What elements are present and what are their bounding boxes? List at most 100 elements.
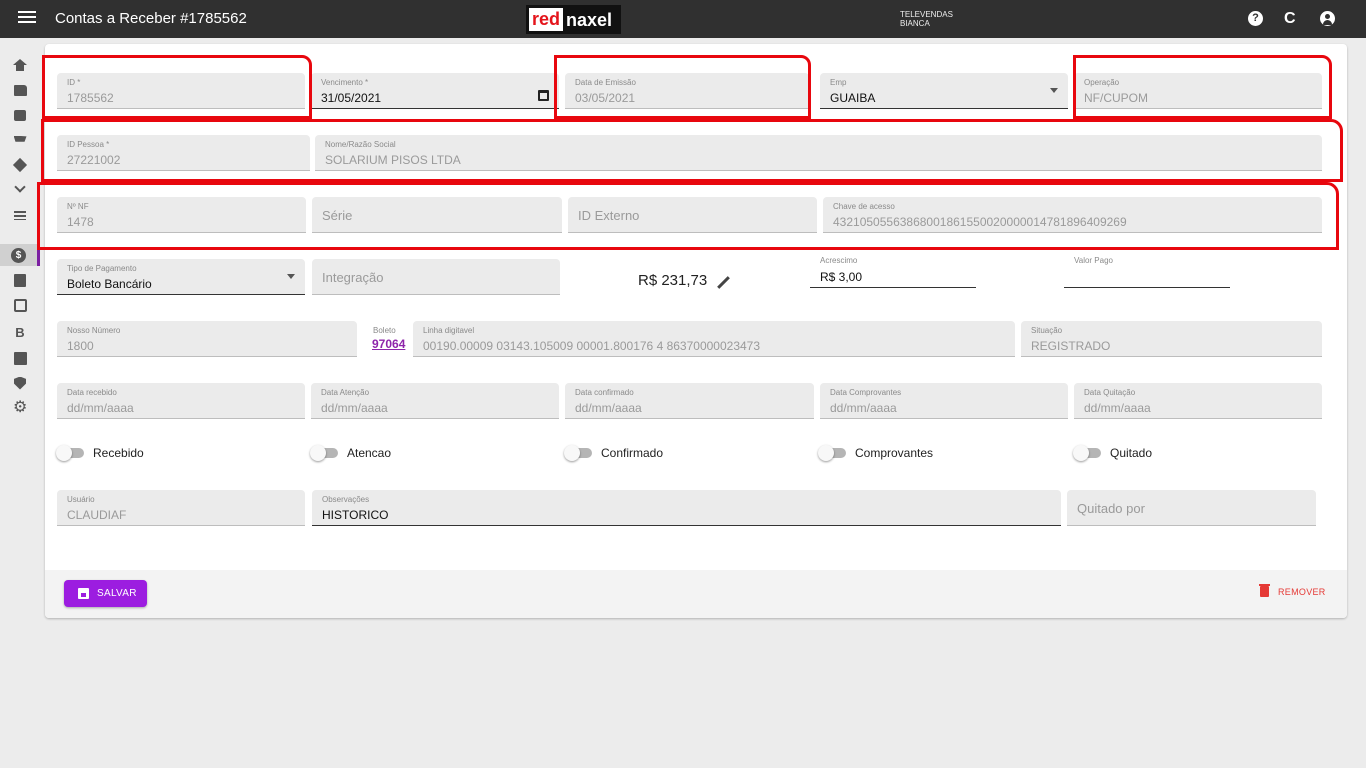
sidebar-item-cart[interactable] <box>8 129 32 151</box>
list-icon <box>14 210 26 220</box>
data-comprovantes-field[interactable]: Data Comprovantes dd/mm/aaaa <box>820 383 1068 419</box>
observacoes-field[interactable]: Observações HISTORICO <box>312 490 1061 526</box>
operacao-field[interactable]: Operação NF/CUPOM <box>1074 73 1322 109</box>
confirmado-toggle[interactable]: Confirmado <box>564 445 664 461</box>
dollar-icon: $ <box>11 247 26 263</box>
situacao-field[interactable]: Situação REGISTRADO <box>1021 321 1322 357</box>
nome-label: Nome/Razão Social <box>325 140 396 149</box>
remove-button[interactable]: REMOVER <box>1259 584 1326 597</box>
chave-label: Chave de acesso <box>833 202 895 211</box>
save-button[interactable]: SALVAR <box>64 580 147 607</box>
usuario-field[interactable]: Usuário CLAUDIAF <box>57 490 305 526</box>
id-field[interactable]: ID * 1785562 <box>57 73 305 109</box>
data-confirmado-label: Data confirmado <box>575 388 634 397</box>
data-emissao-field[interactable]: Data de Emissão 03/05/2021 <box>565 73 809 109</box>
linha-digitavel-field[interactable]: Linha digitavel 00190.00009 03143.105009… <box>413 321 1015 357</box>
situacao-value: REGISTRADO <box>1031 339 1111 353</box>
valor-pago-label: Valor Pago <box>1074 256 1113 265</box>
nome-razao-social-field[interactable]: Nome/Razão Social SOLARIUM PISOS LTDA <box>315 135 1322 171</box>
confirmado-label: Confirmado <box>601 446 664 460</box>
logo-naxel-text: naxel <box>566 9 613 30</box>
shield-icon <box>14 376 26 390</box>
id-pessoa-field[interactable]: ID Pessoa * 27221002 <box>57 135 310 171</box>
serie-placeholder: Série <box>322 208 353 223</box>
usuario-label: Usuário <box>67 495 95 504</box>
nf-value: 1478 <box>67 215 94 229</box>
sidebar-item-list[interactable] <box>8 204 32 226</box>
data-recebido-field[interactable]: Data recebido dd/mm/aaaa <box>57 383 305 419</box>
sidebar-item-security[interactable] <box>8 372 32 394</box>
linha-digitavel-label: Linha digitavel <box>423 326 475 335</box>
nosso-numero-value: 1800 <box>67 339 94 353</box>
data-comprovantes-value: dd/mm/aaaa <box>830 401 897 415</box>
emp-select[interactable]: Emp GUAIBA <box>820 73 1068 109</box>
id-value: 1785562 <box>67 91 114 105</box>
nf-field[interactable]: Nº NF 1478 <box>57 197 306 233</box>
id-externo-field[interactable]: ID Externo <box>568 197 817 233</box>
sidebar-item-expand[interactable] <box>8 179 32 201</box>
sidebar-item-contact[interactable] <box>8 269 32 291</box>
sidebar-item-briefcase[interactable] <box>8 104 32 126</box>
vencimento-label: Vencimento * <box>321 78 369 87</box>
data-confirmado-field[interactable]: Data confirmado dd/mm/aaaa <box>565 383 814 419</box>
operacao-value: NF/CUPOM <box>1084 91 1148 105</box>
refresh-icon[interactable]: C <box>1284 11 1300 27</box>
toggle-track <box>564 445 592 461</box>
id-label: ID * <box>67 78 81 87</box>
id-pessoa-value: 27221002 <box>67 153 121 167</box>
card-footer <box>45 570 1347 618</box>
dropdown-arrow-icon[interactable] <box>287 274 295 279</box>
valor-pago-field[interactable]: Valor Pago <box>1064 251 1230 288</box>
vencimento-value: 31/05/2021 <box>321 91 382 105</box>
nosso-numero-label: Nosso Número <box>67 326 121 335</box>
boleto-label: Boleto <box>373 326 396 335</box>
sidebar-item-contas-receber[interactable]: $ <box>0 244 40 266</box>
menu-icon[interactable] <box>18 11 36 27</box>
vencimento-field[interactable]: Vencimento * 31/05/2021 <box>311 73 559 109</box>
account-icon[interactable] <box>1320 11 1335 26</box>
quitado-por-placeholder: Quitado por <box>1077 501 1145 516</box>
sidebar-item-image[interactable] <box>8 347 32 369</box>
logo-red-text: red <box>529 8 564 31</box>
sidebar-item-home[interactable] <box>8 54 32 76</box>
quitado-por-field[interactable]: Quitado por <box>1067 490 1316 526</box>
data-emissao-value: 03/05/2021 <box>575 91 636 105</box>
data-atencao-value: dd/mm/aaaa <box>321 401 388 415</box>
sidebar-item-folder[interactable] <box>8 79 32 101</box>
recebido-toggle[interactable]: Recebido <box>56 445 144 461</box>
edit-icon[interactable] <box>717 276 731 290</box>
calendar-icon[interactable] <box>538 90 549 101</box>
tipo-pagamento-value: Boleto Bancário <box>67 277 152 291</box>
atencao-label: Atencao <box>347 446 392 460</box>
acrescimo-field[interactable]: Acrescimo R$ 3,00 <box>810 251 976 288</box>
quitado-toggle[interactable]: Quitado <box>1073 445 1152 461</box>
help-icon[interactable]: ? <box>1248 11 1263 26</box>
dropdown-arrow-icon[interactable] <box>1050 88 1058 93</box>
acrescimo-label: Acrescimo <box>820 256 858 265</box>
data-atencao-field[interactable]: Data Atenção dd/mm/aaaa <box>311 383 559 419</box>
sidebar-item-diamond[interactable] <box>8 154 32 176</box>
sidebar-item-b[interactable]: B <box>8 321 32 343</box>
toggle-knob <box>1073 445 1089 461</box>
chave-acesso-field[interactable]: Chave de acesso 432105055638680018615500… <box>823 197 1322 233</box>
data-quitacao-field[interactable]: Data Quitação dd/mm/aaaa <box>1074 383 1322 419</box>
operacao-label: Operação <box>1084 78 1120 87</box>
atencao-toggle[interactable]: Atencao <box>310 445 392 461</box>
comprovantes-toggle[interactable]: Comprovantes <box>818 445 933 461</box>
sidebar-item-frame[interactable] <box>8 294 32 316</box>
sidebar-item-settings[interactable]: ⚙ <box>8 397 32 419</box>
integracao-field[interactable]: Integração <box>312 259 560 295</box>
tipo-pagamento-select[interactable]: Tipo de Pagamento Boleto Bancário <box>57 259 305 295</box>
image-icon <box>13 351 27 365</box>
user-info: TELEVENDAS BIANCA <box>900 10 953 28</box>
serie-field[interactable]: Série <box>312 197 562 233</box>
page-title: Contas a Receber #1785562 <box>55 10 247 27</box>
acrescimo-value: R$ 3,00 <box>820 270 863 284</box>
situacao-label: Situação <box>1031 326 1063 335</box>
boleto-link[interactable]: 97064 <box>372 337 405 351</box>
nosso-numero-field[interactable]: Nosso Número 1800 <box>57 321 357 357</box>
linha-digitavel-value: 00190.00009 03143.105009 00001.800176 4 … <box>423 339 761 353</box>
recebido-label: Recebido <box>93 446 144 460</box>
data-comprovantes-label: Data Comprovantes <box>830 388 902 397</box>
tipo-pagamento-label: Tipo de Pagamento <box>67 264 137 273</box>
